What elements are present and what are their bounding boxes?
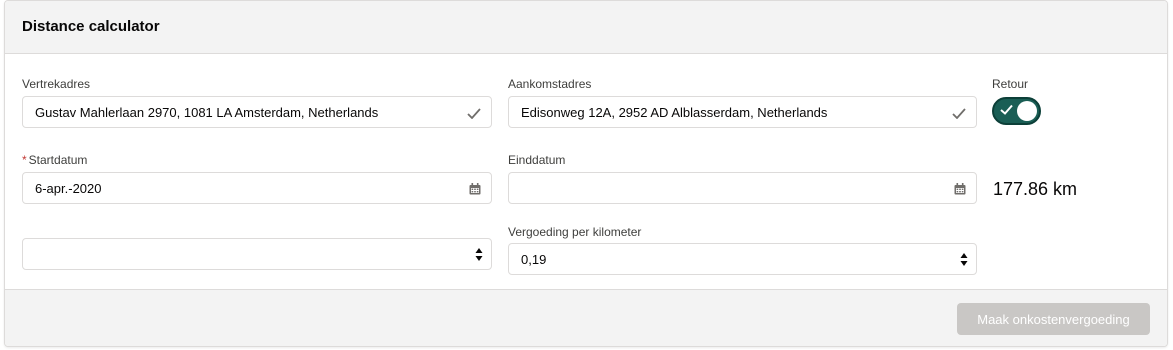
distance-calculator-card: Distance calculator Vertrekadres Gustav …	[4, 0, 1168, 347]
card-header: Distance calculator	[5, 1, 1167, 54]
check-icon	[952, 108, 966, 119]
calendar-icon[interactable]	[469, 183, 481, 195]
stepper-icon[interactable]	[960, 252, 968, 267]
distance-result: 177.86 km	[993, 179, 1078, 199]
rate-value: 0,19	[521, 252, 547, 267]
arrival-label: Aankomstadres	[508, 77, 592, 91]
end-date-field[interactable]	[508, 172, 977, 204]
departure-field[interactable]: Gustav Mahlerlaan 2970, 1081 LA Amsterda…	[22, 96, 492, 128]
arrival-value: Edisonweg 12A, 2952 AD Alblasserdam, Net…	[521, 105, 828, 120]
departure-value: Gustav Mahlerlaan 2970, 1081 LA Amsterda…	[35, 105, 379, 120]
start-date-value: 6-apr.-2020	[35, 181, 102, 196]
number-input[interactable]	[22, 238, 492, 270]
end-date-label: Einddatum	[508, 153, 566, 167]
toggle-check-icon	[1000, 104, 1013, 115]
stepper-icon[interactable]	[475, 247, 483, 262]
start-date-label-text: Startdatum	[28, 153, 88, 167]
toggle-knob	[1017, 101, 1037, 121]
submit-button[interactable]: Maak onkostenvergoeding	[957, 303, 1150, 335]
card-title: Distance calculator	[22, 18, 160, 35]
return-label: Retour	[992, 77, 1029, 91]
rate-input[interactable]: 0,19	[508, 243, 977, 275]
arrival-field[interactable]: Edisonweg 12A, 2952 AD Alblasserdam, Net…	[508, 96, 977, 128]
departure-label: Vertrekadres	[22, 77, 91, 91]
rate-label: Vergoeding per kilometer	[508, 225, 642, 239]
required-marker: *	[22, 153, 27, 167]
return-toggle[interactable]	[992, 97, 1041, 125]
start-date-field[interactable]: 6-apr.-2020	[22, 172, 492, 204]
calendar-icon[interactable]	[954, 183, 966, 195]
check-icon	[467, 108, 481, 119]
start-date-label: * Startdatum	[22, 153, 87, 167]
